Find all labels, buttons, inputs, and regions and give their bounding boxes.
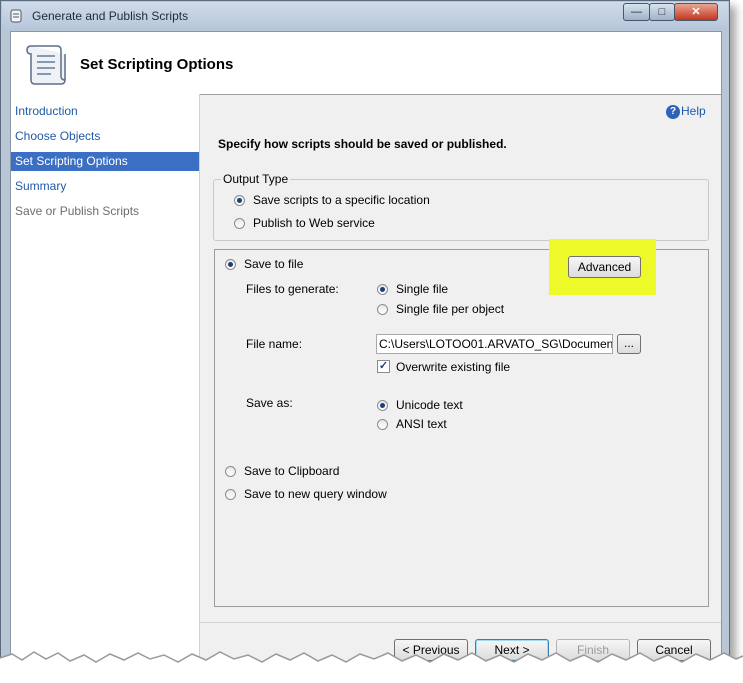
torn-edge [0,651,743,683]
radio-single-file[interactable] [377,284,388,295]
title-bar[interactable]: Generate and Publish Scripts — □ ✕ [2,2,728,30]
overwrite-checkbox-label[interactable]: Overwrite existing file [396,360,510,374]
nav-item-save-or-publish: Save or Publish Scripts [15,204,140,218]
output-type-legend: Output Type [221,172,291,186]
radio-save-to-clipboard-label[interactable]: Save to Clipboard [244,464,339,478]
nav-item-introduction[interactable]: Introduction [11,102,199,121]
overwrite-checkbox[interactable]: ✓ [377,360,390,373]
radio-ansi-text-label[interactable]: ANSI text [396,417,447,431]
radio-ansi-text[interactable] [377,419,388,430]
advanced-button[interactable]: Advanced [568,256,641,278]
radio-save-to-location-label[interactable]: Save scripts to a specific location [253,193,430,207]
radio-save-to-location[interactable] [234,195,245,206]
radio-single-file-per-object[interactable] [377,304,388,315]
page-title: Set Scripting Options [80,56,234,73]
script-scroll-icon [26,45,66,85]
radio-save-to-file[interactable] [225,259,236,270]
maximize-button[interactable]: □ [649,3,675,21]
file-name-input[interactable]: C:\Users\LOTOO01.ARVATO_SG\Documents\s [376,334,613,354]
nav-item-summary[interactable]: Summary [11,177,199,196]
dialog-client-area: Set Scripting Options Introduction Choos… [10,31,722,666]
help-icon[interactable]: ? [666,105,680,119]
files-to-generate-label: Files to generate: [246,282,339,296]
footer-divider [199,622,721,623]
radio-unicode-text[interactable] [377,400,388,411]
radio-save-to-query-window[interactable] [225,489,236,500]
minimize-button[interactable]: — [623,3,650,21]
nav-item-set-scripting-options[interactable]: Set Scripting Options [11,152,199,171]
radio-save-to-clipboard[interactable] [225,466,236,477]
radio-unicode-text-label[interactable]: Unicode text [396,398,463,412]
radio-single-file-label[interactable]: Single file [396,282,448,296]
dialog-window: Generate and Publish Scripts — □ ✕ Set S… [0,0,730,670]
save-as-label: Save as: [246,396,293,410]
radio-single-file-per-object-label[interactable]: Single file per object [396,302,504,316]
radio-save-to-query-window-label[interactable]: Save to new query window [244,487,387,501]
nav-item-choose-objects[interactable]: Choose Objects [11,127,199,146]
help-link[interactable]: Help [681,104,706,118]
radio-publish-web[interactable] [234,218,245,229]
wizard-header: Set Scripting Options [11,32,721,95]
browse-button[interactable]: ... [617,334,641,354]
window-title: Generate and Publish Scripts [32,9,189,23]
wizard-nav: Introduction Choose Objects Set Scriptin… [11,94,200,665]
instruction-text: Specify how scripts should be saved or p… [218,137,507,151]
script-scroll-icon [10,9,22,23]
radio-publish-web-label[interactable]: Publish to Web service [253,216,375,230]
output-type-group [213,179,709,241]
close-button[interactable]: ✕ [674,3,718,21]
radio-save-to-file-label[interactable]: Save to file [244,257,303,271]
file-name-label: File name: [246,337,303,351]
